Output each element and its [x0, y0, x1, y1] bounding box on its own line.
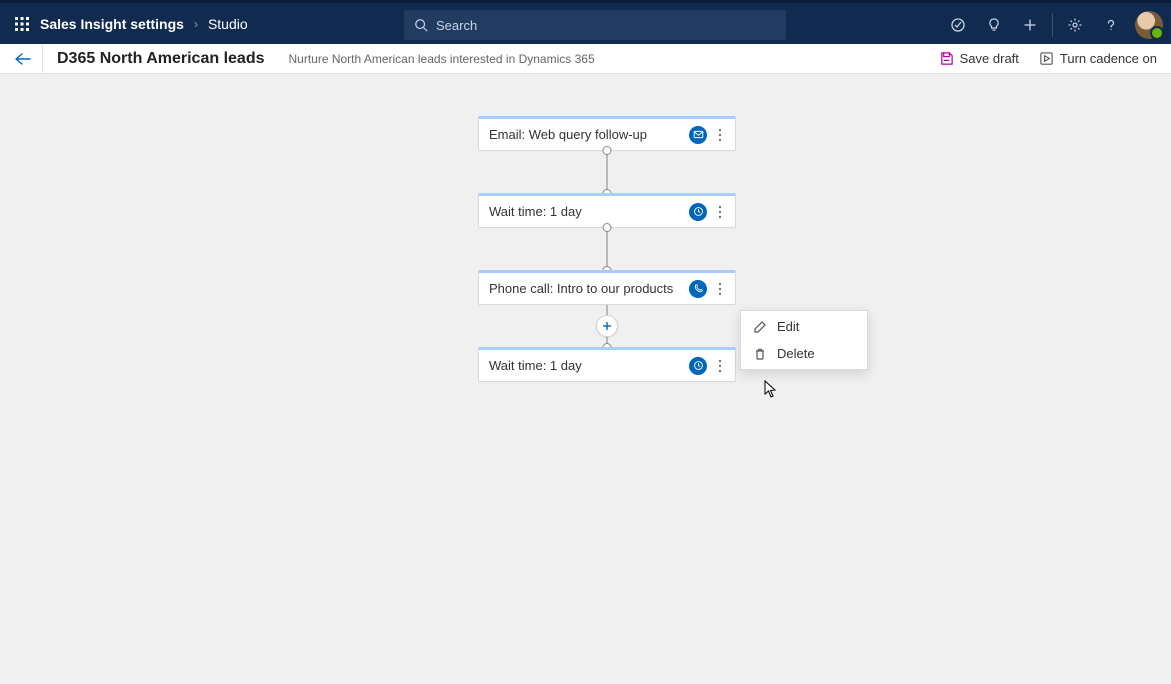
add-icon[interactable]: [1012, 3, 1048, 47]
lightbulb-icon[interactable]: [976, 3, 1012, 47]
step-menu-button[interactable]: [713, 359, 727, 373]
step-menu-button[interactable]: [713, 128, 727, 142]
save-draft-label: Save draft: [960, 51, 1019, 66]
add-step-button[interactable]: [596, 315, 618, 337]
search-icon: [414, 18, 428, 32]
menu-item-label: Edit: [777, 319, 799, 334]
flow-step-label: Email: Web query follow-up: [489, 127, 689, 142]
divider: [42, 44, 43, 74]
clock-icon: [689, 203, 707, 221]
top-actions: [940, 3, 1163, 47]
flow-connector: [606, 151, 608, 193]
trash-icon: [753, 347, 767, 361]
flow-connector: [606, 305, 608, 347]
step-context-menu: Edit Delete: [740, 310, 868, 370]
step-menu-button[interactable]: [713, 282, 727, 296]
app-launcher-button[interactable]: [8, 10, 36, 38]
assistant-icon[interactable]: [940, 3, 976, 47]
back-button[interactable]: [14, 52, 42, 66]
avatar[interactable]: [1135, 11, 1163, 39]
email-icon: [689, 126, 707, 144]
page-description: Nurture North American leads interested …: [288, 52, 594, 66]
flow-connector: [606, 228, 608, 270]
cursor-icon: [764, 380, 778, 398]
turn-cadence-on-button[interactable]: Turn cadence on: [1039, 51, 1157, 66]
divider: [1052, 13, 1053, 37]
flow-step-wait[interactable]: Wait time: 1 day: [478, 347, 736, 382]
breadcrumb-current[interactable]: Studio: [208, 16, 248, 32]
search-input[interactable]: Search: [404, 10, 786, 40]
clock-icon: [689, 357, 707, 375]
save-draft-button[interactable]: Save draft: [939, 51, 1019, 66]
menu-item-delete[interactable]: Delete: [741, 340, 867, 367]
step-menu-button[interactable]: [713, 205, 727, 219]
flow-canvas[interactable]: Email: Web query follow-up Wait time: 1 …: [0, 74, 1171, 684]
page-title: D365 North American leads: [57, 50, 264, 68]
help-icon[interactable]: [1093, 3, 1129, 47]
phone-icon: [689, 280, 707, 298]
top-navigation: Sales Insight settings › Studio Search: [0, 0, 1171, 44]
menu-item-label: Delete: [777, 346, 815, 361]
edit-icon: [753, 320, 767, 334]
flow-step-label: Phone call: Intro to our products: [489, 281, 689, 296]
menu-item-edit[interactable]: Edit: [741, 313, 867, 340]
flow-column: Email: Web query follow-up Wait time: 1 …: [478, 116, 736, 382]
flow-step-phone[interactable]: Phone call: Intro to our products: [478, 270, 736, 305]
flow-step-label: Wait time: 1 day: [489, 358, 689, 373]
search-placeholder: Search: [436, 18, 477, 33]
breadcrumb-root[interactable]: Sales Insight settings: [40, 16, 184, 32]
connector-dot: [603, 223, 612, 232]
turn-cadence-on-label: Turn cadence on: [1060, 51, 1157, 66]
flow-step-label: Wait time: 1 day: [489, 204, 689, 219]
chevron-right-icon: ›: [194, 17, 198, 31]
sub-header: D365 North American leads Nurture North …: [0, 44, 1171, 74]
gear-icon[interactable]: [1057, 3, 1093, 47]
breadcrumb: Sales Insight settings › Studio: [40, 16, 248, 32]
connector-dot: [603, 146, 612, 155]
